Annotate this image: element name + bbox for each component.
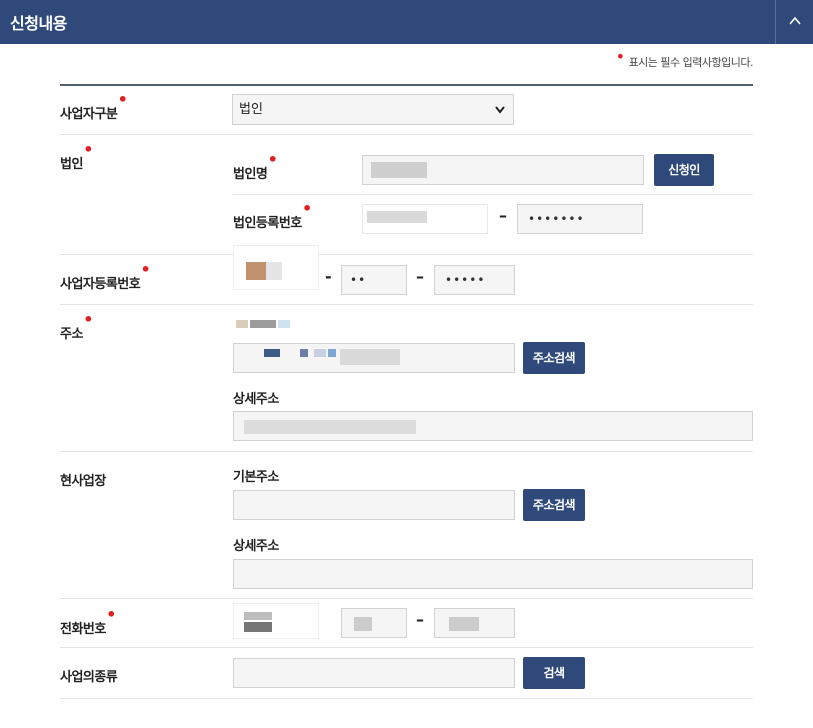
business-type-select[interactable]: 법인 (232, 94, 514, 125)
masked-value (264, 349, 280, 357)
business-type-selected: 법인 (239, 102, 263, 117)
business-reg-no-label: 사업자등록번호 • (60, 260, 151, 293)
phone-middle[interactable] (341, 608, 407, 638)
business-reg-no-last[interactable]: ••••• (434, 265, 515, 295)
business-kind-field[interactable] (233, 658, 515, 688)
divider (60, 598, 753, 599)
worksite-detail-label: 상세주소 (233, 539, 279, 554)
worksite-basic-label: 기본주소 (233, 470, 279, 485)
divider (60, 698, 753, 699)
masked-value (244, 622, 272, 632)
address-detail-field[interactable] (233, 411, 753, 441)
section-title: 신청내용 (10, 14, 67, 33)
masked-digits: ••••••• (528, 212, 585, 226)
separator-dash: – (416, 267, 424, 286)
address-detail-label: 상세주소 (233, 392, 279, 407)
divider (60, 254, 753, 255)
phone-first[interactable] (233, 603, 319, 639)
divider (60, 451, 753, 452)
separator-dash: - (325, 267, 332, 286)
zipcode-display (236, 320, 292, 328)
masked-value (266, 262, 282, 280)
separator-dash: – (416, 610, 424, 629)
divider (233, 194, 753, 195)
address-label: 주소 • (60, 310, 93, 343)
corporation-name-label: 법인명 • (233, 150, 278, 183)
masked-value (449, 617, 479, 631)
corporation-label: 법인 • (60, 140, 93, 173)
divider (60, 134, 753, 135)
separator-dash: – (499, 206, 507, 225)
masked-value (328, 349, 336, 357)
masked-value (246, 262, 266, 280)
masked-value (300, 349, 308, 357)
business-reg-no-first[interactable] (233, 245, 319, 290)
phone-label: 전화번호 • (60, 605, 116, 638)
worksite-search-button[interactable]: 주소검색 (523, 489, 585, 521)
form-top-border (60, 84, 753, 86)
worksite-label: 현사업장 (60, 474, 106, 489)
masked-value (367, 211, 427, 223)
masked-value (314, 349, 326, 357)
address-field[interactable] (233, 343, 515, 373)
business-reg-no-middle[interactable]: •• (341, 265, 407, 295)
business-type-label: 사업자구분 • (60, 90, 128, 123)
phone-last[interactable] (434, 608, 515, 638)
divider (60, 647, 753, 648)
masked-value (371, 162, 427, 178)
required-notice: • 표시는 필수 입력사항입니다. (616, 49, 754, 70)
section-header: 신청내용 (0, 0, 813, 44)
business-kind-label: 사업의종류 (60, 670, 118, 685)
corporation-reg-no-first[interactable] (362, 204, 488, 234)
worksite-detail-field[interactable] (233, 559, 753, 589)
corporation-reg-no-second[interactable]: ••••••• (517, 204, 643, 234)
collapse-button[interactable] (775, 0, 813, 44)
business-kind-search-button[interactable]: 검색 (523, 657, 585, 689)
masked-digits: •• (350, 273, 367, 287)
chevron-up-icon (789, 16, 801, 25)
masked-value (340, 349, 400, 365)
masked-value (244, 420, 416, 434)
corporation-reg-no-label: 법인등록번호 • (233, 199, 312, 232)
chevron-down-icon (495, 106, 505, 114)
required-dot: • (615, 47, 625, 66)
masked-digits: ••••• (445, 273, 486, 287)
masked-value (354, 617, 372, 631)
worksite-address-field[interactable] (233, 490, 515, 520)
address-search-button[interactable]: 주소검색 (523, 342, 585, 374)
divider (60, 304, 753, 305)
masked-value (244, 612, 272, 620)
applicant-button[interactable]: 신청인 (654, 154, 714, 186)
required-notice-text: 표시는 필수 입력사항입니다. (628, 56, 754, 69)
corporation-name-field[interactable] (362, 155, 644, 185)
